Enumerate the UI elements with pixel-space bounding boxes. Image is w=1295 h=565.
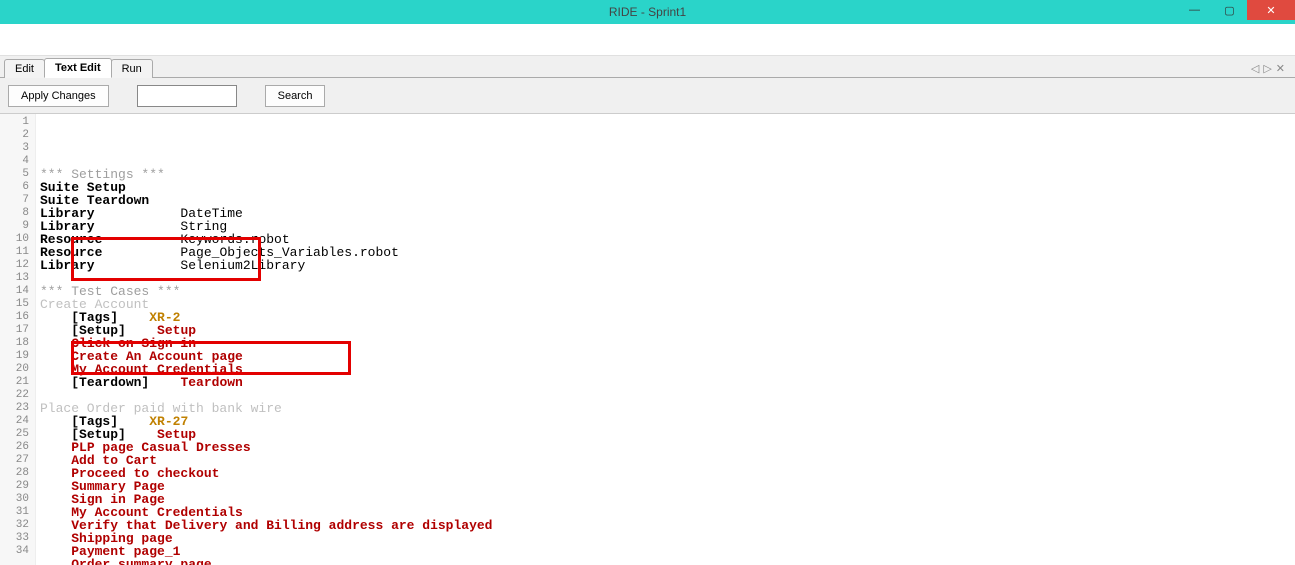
window-title: RIDE - Sprint1 xyxy=(609,5,686,19)
line-number: 4 xyxy=(0,155,29,168)
code-line[interactable]: Create Account xyxy=(40,298,1291,311)
tab-text-edit[interactable]: Text Edit xyxy=(44,58,112,78)
line-number: 33 xyxy=(0,532,29,545)
line-number: 10 xyxy=(0,233,29,246)
line-number: 20 xyxy=(0,363,29,376)
tab-close-icon[interactable]: ✕ xyxy=(1276,62,1285,75)
code-line[interactable]: Place Order paid with bank wire xyxy=(40,402,1291,415)
maximize-button[interactable]: ▢ xyxy=(1212,0,1247,20)
line-number: 7 xyxy=(0,194,29,207)
tab-next-icon[interactable]: ▷ xyxy=(1263,62,1271,75)
line-number: 27 xyxy=(0,454,29,467)
code-line[interactable]: Library DateTime xyxy=(40,207,1291,220)
line-number: 31 xyxy=(0,506,29,519)
line-number: 14 xyxy=(0,285,29,298)
line-number: 1 xyxy=(0,116,29,129)
code-line[interactable]: [Tags] XR-2 xyxy=(40,311,1291,324)
line-number: 6 xyxy=(0,181,29,194)
search-input[interactable] xyxy=(137,85,237,107)
window-controls: — ▢ ✕ xyxy=(1177,0,1295,24)
line-number: 16 xyxy=(0,311,29,324)
code-line[interactable]: Verify that Delivery and Billing address… xyxy=(40,519,1291,532)
code-area[interactable]: *** Settings ***Suite SetupSuite Teardow… xyxy=(36,114,1295,565)
line-number: 15 xyxy=(0,298,29,311)
line-number: 34 xyxy=(0,545,29,558)
code-line[interactable]: [Teardown] Teardown xyxy=(40,376,1291,389)
line-number: 23 xyxy=(0,402,29,415)
code-line[interactable]: Add to Cart xyxy=(40,454,1291,467)
code-line[interactable]: Shipping page xyxy=(40,532,1291,545)
line-number: 3 xyxy=(0,142,29,155)
tab-row: Edit Text Edit Run ◁ ▷ ✕ xyxy=(0,56,1295,78)
code-line[interactable]: [Tags] XR-27 xyxy=(40,415,1291,428)
code-line[interactable]: Library Selenium2Library xyxy=(40,259,1291,272)
code-line[interactable]: *** Test Cases *** xyxy=(40,285,1291,298)
line-number: 19 xyxy=(0,350,29,363)
code-line[interactable] xyxy=(40,272,1291,285)
code-line[interactable]: Suite Setup xyxy=(40,181,1291,194)
title-bar: RIDE - Sprint1 — ▢ ✕ xyxy=(0,0,1295,24)
code-line[interactable]: Order summary page xyxy=(40,558,1291,565)
line-number: 32 xyxy=(0,519,29,532)
line-gutter: 1234567891011121314151617181920212223242… xyxy=(0,114,36,565)
line-number: 8 xyxy=(0,207,29,220)
line-number: 12 xyxy=(0,259,29,272)
code-line[interactable]: Proceed to checkout xyxy=(40,467,1291,480)
line-number: 21 xyxy=(0,376,29,389)
code-line[interactable]: [Setup] Setup xyxy=(40,324,1291,337)
editor: 1234567891011121314151617181920212223242… xyxy=(0,114,1295,565)
tab-prev-icon[interactable]: ◁ xyxy=(1251,62,1259,75)
toolbar-area xyxy=(0,24,1295,56)
line-number: 30 xyxy=(0,493,29,506)
line-number: 26 xyxy=(0,441,29,454)
line-number: 17 xyxy=(0,324,29,337)
line-number: 28 xyxy=(0,467,29,480)
search-button[interactable]: Search xyxy=(265,85,326,107)
line-number: 11 xyxy=(0,246,29,259)
line-number: 18 xyxy=(0,337,29,350)
tab-run[interactable]: Run xyxy=(111,59,153,78)
line-number: 9 xyxy=(0,220,29,233)
tab-edit[interactable]: Edit xyxy=(4,59,45,78)
line-number: 25 xyxy=(0,428,29,441)
line-number: 5 xyxy=(0,168,29,181)
code-line[interactable]: Payment page_1 xyxy=(40,545,1291,558)
apply-changes-button[interactable]: Apply Changes xyxy=(8,85,109,107)
close-button[interactable]: ✕ xyxy=(1247,0,1295,20)
line-number: 13 xyxy=(0,272,29,285)
line-number: 29 xyxy=(0,480,29,493)
minimize-button[interactable]: — xyxy=(1177,0,1212,20)
action-row: Apply Changes Search xyxy=(0,78,1295,114)
code-line[interactable]: Summary Page xyxy=(40,480,1291,493)
code-line[interactable]: PLP page Casual Dresses xyxy=(40,441,1291,454)
line-number: 22 xyxy=(0,389,29,402)
tab-nav: ◁ ▷ ✕ xyxy=(1251,62,1291,77)
code-line[interactable]: *** Settings *** xyxy=(40,168,1291,181)
line-number: 24 xyxy=(0,415,29,428)
line-number: 2 xyxy=(0,129,29,142)
